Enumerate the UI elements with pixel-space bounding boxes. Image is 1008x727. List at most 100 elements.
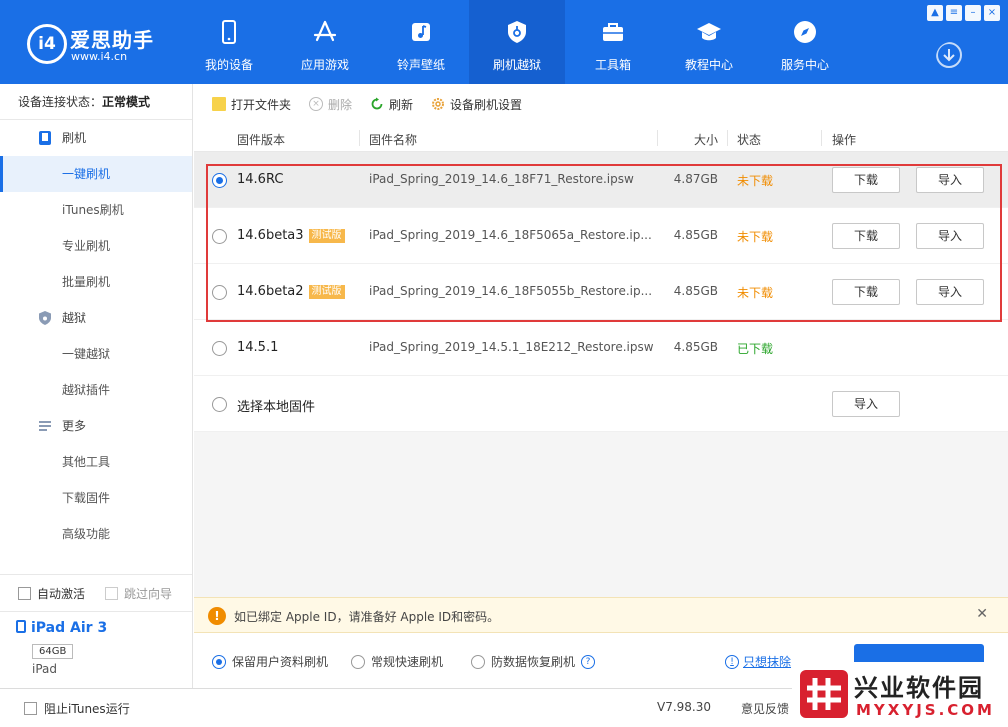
device-type: iPad — [32, 662, 58, 676]
block-itunes-checkbox[interactable] — [24, 702, 37, 715]
import-button[interactable]: 导入 — [916, 223, 984, 249]
download-button[interactable]: 下载 — [832, 167, 900, 193]
firmware-version-text: 14.6beta3 — [237, 228, 304, 243]
delete-button[interactable]: × 删除 — [309, 96, 352, 113]
nav-label: 刷机越狱 — [492, 58, 541, 72]
feedback-link[interactable]: 意见反馈 — [741, 700, 789, 717]
beta-badge: 测试版 — [308, 285, 345, 299]
app-title: 爱思助手 — [70, 28, 154, 52]
sidebar-item-download-firmware[interactable]: 下载固件 — [0, 480, 192, 516]
phone-flash-icon — [39, 131, 51, 145]
refresh-label: 刷新 — [389, 97, 414, 112]
firmware-name: iPad_Spring_2019_14.6_18F5055b_Restore.i… — [369, 284, 653, 298]
sidebar: 设备连接状态：正常模式 刷机 一键刷机 iTunes刷机 专业刷机 批量刷机 越… — [0, 84, 193, 688]
sidebar-item-batch-flash[interactable]: 批量刷机 — [0, 264, 192, 300]
download-manager-icon[interactable] — [936, 42, 966, 72]
erase-only-link[interactable]: ! 只想抹除 — [725, 653, 791, 670]
nav-my-device[interactable]: 我的设备 — [181, 0, 277, 84]
nav-label: 教程中心 — [684, 58, 733, 72]
tablet-icon — [16, 620, 26, 633]
open-folder-button[interactable]: 打开文件夹 — [212, 96, 291, 113]
minimize-icon[interactable]: – — [965, 5, 981, 21]
nav-flash-jailbreak[interactable]: 刷机越狱 — [469, 0, 565, 84]
refresh-button[interactable]: 刷新 — [370, 96, 413, 113]
connection-status-label: 设备连接状态： — [18, 95, 103, 109]
menu-group-jailbreak[interactable]: 越狱 — [0, 300, 192, 336]
close-icon[interactable]: ✕ — [976, 606, 988, 622]
close-icon[interactable]: × — [984, 5, 1000, 21]
nav-toolbox[interactable]: 工具箱 — [565, 0, 661, 84]
beta-badge: 测试版 — [308, 229, 345, 243]
import-button[interactable]: 导入 — [916, 279, 984, 305]
table-row[interactable]: 14.6beta2 测试版 iPad_Spring_2019_14.6_18F50… — [194, 264, 1008, 320]
block-itunes-option[interactable]: 阻止iTunes运行 — [24, 700, 130, 717]
toolbox-icon — [603, 23, 623, 41]
recovery-flash-radio[interactable] — [471, 654, 485, 669]
option-quick-flash[interactable]: 常规快速刷机 — [351, 653, 443, 670]
firmware-radio[interactable] — [212, 173, 227, 188]
nav-service-center[interactable]: 服务中心 — [757, 0, 853, 84]
import-button[interactable]: 导入 — [916, 167, 984, 193]
more-lines-icon — [39, 421, 51, 431]
sidebar-item-one-click-jailbreak[interactable]: 一键越狱 — [0, 336, 192, 372]
skin-icon[interactable]: ▲ — [927, 5, 943, 21]
folder-icon — [212, 97, 226, 111]
option-keep-data[interactable]: 保留用户资料刷机 — [212, 653, 328, 670]
nav-label: 铃声壁纸 — [396, 58, 445, 72]
local-import-button[interactable]: 导入 — [832, 391, 900, 417]
firmware-radio[interactable] — [212, 229, 227, 244]
flash-settings-button[interactable]: 设备刷机设置 — [431, 96, 522, 113]
firmware-size: 4.85GB — [673, 228, 718, 242]
nav-apps-games[interactable]: 应用游戏 — [277, 0, 373, 84]
nav-ringtones-wallpapers[interactable]: 铃声壁纸 — [373, 0, 469, 84]
firmware-name: iPad_Spring_2019_14.5.1_18E212_Restore.i… — [369, 340, 654, 354]
table-row[interactable]: 14.5.1 iPad_Spring_2019_14.5.1_18E212_Re… — [194, 320, 1008, 376]
skip-guide-checkbox[interactable] — [105, 587, 118, 600]
window-controls: ▲ ≡ – × — [927, 5, 1000, 21]
skip-guide-label: 跳过向导 — [124, 587, 173, 601]
table-empty-area — [194, 432, 1008, 597]
connection-status-value: 正常模式 — [102, 95, 151, 109]
sidebar-item-advanced[interactable]: 高级功能 — [0, 516, 192, 552]
col-name: 固件名称 — [369, 133, 418, 147]
quick-flash-radio[interactable] — [351, 654, 365, 669]
app-store-icon — [313, 20, 337, 42]
col-size: 大小 — [693, 133, 718, 147]
local-firmware-row[interactable]: 选择本地固件 导入 — [194, 376, 1008, 432]
firmware-version: 14.6RC — [237, 172, 284, 187]
music-note-icon — [412, 23, 430, 41]
skip-guide-option[interactable]: 跳过向导 — [105, 585, 172, 602]
firmware-name: iPad_Spring_2019_14.6_18F71_Restore.ipsw — [369, 172, 634, 186]
sidebar-item-jailbreak-plugins[interactable]: 越狱插件 — [0, 372, 192, 408]
firmware-size: 4.85GB — [673, 284, 718, 298]
help-icon[interactable]: ? — [581, 654, 596, 669]
menu-group-more[interactable]: 更多 — [0, 408, 192, 444]
nav-label: 我的设备 — [204, 58, 253, 72]
table-row[interactable]: 14.6RC iPad_Spring_2019_14.6_18F71_Resto… — [194, 152, 1008, 208]
sidebar-menu: 刷机 一键刷机 iTunes刷机 专业刷机 批量刷机 越狱 一键越狱 越狱插件 … — [0, 120, 192, 552]
firmware-radio[interactable] — [212, 341, 227, 356]
download-button[interactable]: 下载 — [832, 223, 900, 249]
auto-activate-checkbox[interactable] — [18, 587, 31, 600]
sidebar-item-itunes-flash[interactable]: iTunes刷机 — [0, 192, 192, 228]
keep-data-radio[interactable] — [212, 654, 226, 669]
local-firmware-radio[interactable] — [212, 397, 227, 412]
sidebar-item-pro-flash[interactable]: 专业刷机 — [0, 228, 192, 264]
nav-label: 服务中心 — [780, 58, 829, 72]
option-recovery-flash[interactable]: 防数据恢复刷机 ? — [471, 653, 596, 670]
firmware-radio[interactable] — [212, 285, 227, 300]
menu-group-flash[interactable]: 刷机 — [0, 120, 192, 156]
download-button[interactable]: 下载 — [832, 279, 900, 305]
nav-tutorials[interactable]: 教程中心 — [661, 0, 757, 84]
device-info: iPad Air 3 64GB iPad — [0, 611, 192, 688]
firmware-status: 未下载 — [737, 286, 774, 300]
sidebar-item-one-click-flash[interactable]: 一键刷机 — [0, 156, 192, 192]
warning-icon: ! — [208, 607, 226, 625]
menu-icon[interactable]: ≡ — [946, 5, 962, 21]
firmware-status: 未下载 — [737, 174, 774, 188]
nav-label: 应用游戏 — [300, 58, 349, 72]
auto-activate-option[interactable]: 自动激活 — [18, 585, 85, 602]
connection-status: 设备连接状态：正常模式 — [0, 84, 192, 120]
sidebar-item-other-tools[interactable]: 其他工具 — [0, 444, 192, 480]
table-row[interactable]: 14.6beta3 测试版 iPad_Spring_2019_14.6_18F50… — [194, 208, 1008, 264]
